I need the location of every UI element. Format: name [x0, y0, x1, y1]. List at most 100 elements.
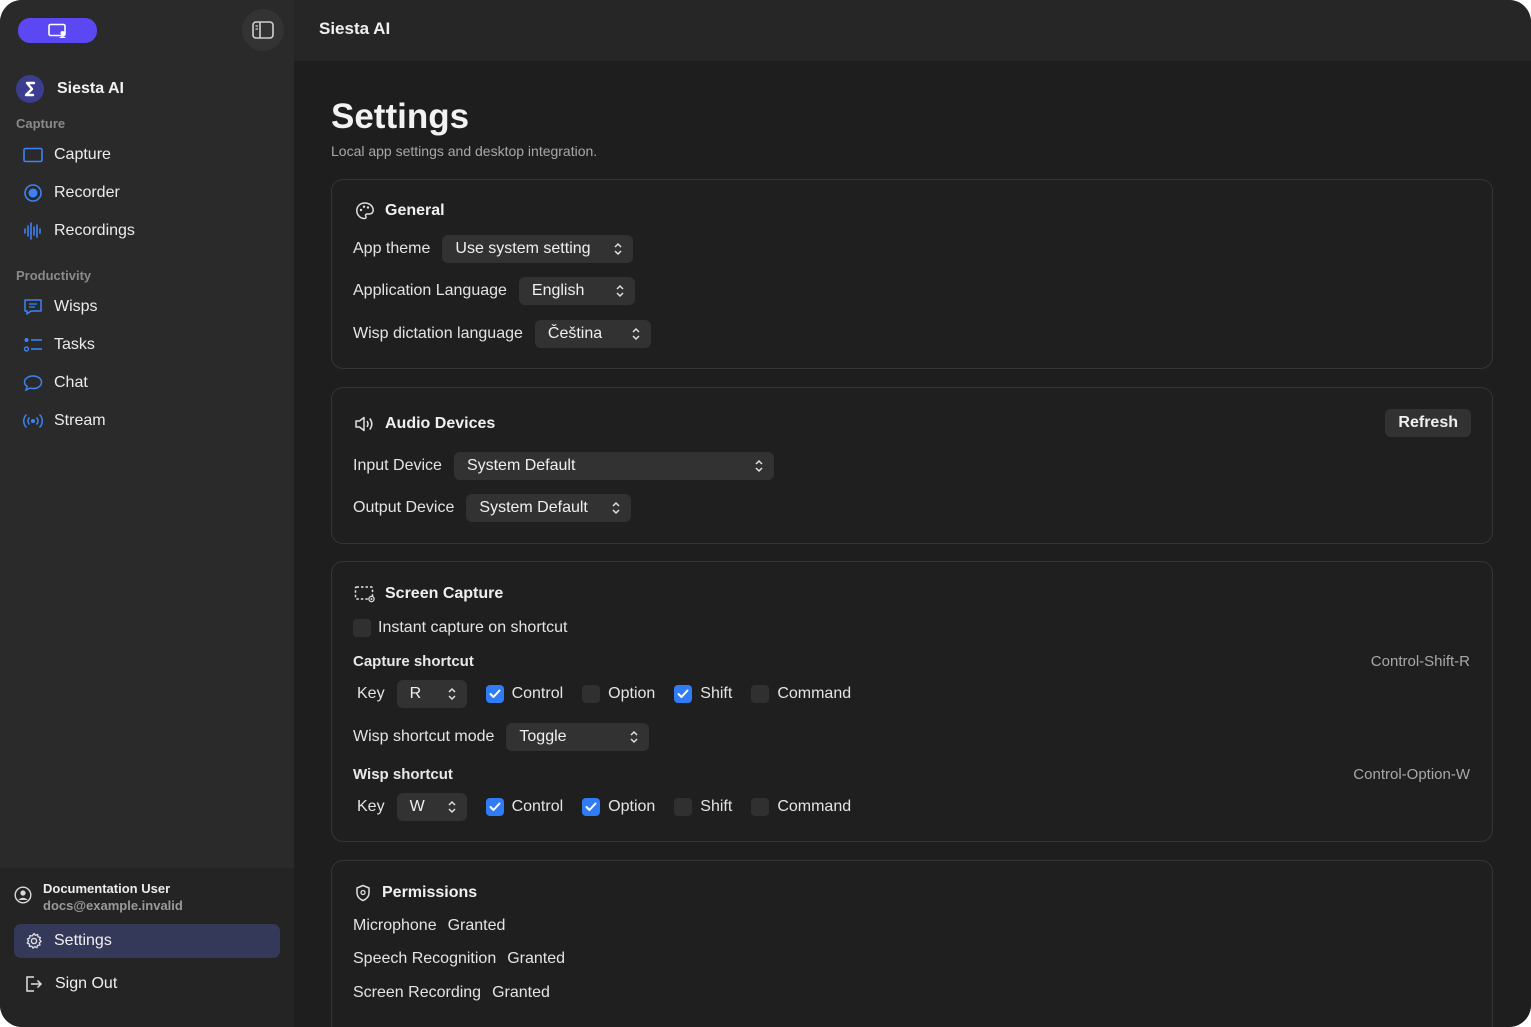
chat-bubble-icon [22, 372, 44, 394]
user-profile[interactable]: Documentation User docs@example.invalid [14, 880, 183, 914]
new-capture-button[interactable] [18, 18, 97, 43]
wisp-shortcut-value: Control-Option-W [1353, 766, 1470, 783]
speaker-icon [354, 413, 376, 435]
general-card: General App theme Use system setting App… [331, 179, 1493, 369]
app-language-select[interactable]: English [518, 277, 635, 305]
app-window: Siesta AI Capture Capture Recorder Recor… [0, 0, 1531, 1027]
wisp-modifier-label: Command [777, 798, 852, 815]
wisp-control-checkbox[interactable] [485, 798, 504, 816]
permission-row-speech: Speech Recognition Granted [353, 950, 565, 968]
output-device-row: Output Device System Default [353, 494, 632, 522]
capture-option-option[interactable]: Option [582, 685, 655, 703]
wisp-command-checkbox[interactable] [751, 798, 770, 816]
title-bar: Siesta AI [294, 0, 1531, 61]
screen-person-icon [47, 23, 66, 38]
sidebar-item-label: Tasks [54, 336, 95, 353]
sidebar-item-label: Recordings [54, 222, 135, 239]
dictation-language-select[interactable]: Čeština [534, 320, 651, 348]
app-language-row: Application Language English [353, 277, 635, 305]
instant-capture-row: Instant capture on shortcut [353, 619, 567, 637]
screen-select-icon [354, 583, 376, 605]
sign-out-icon [22, 973, 44, 995]
sidebar-item-tasks[interactable]: Tasks [22, 330, 95, 360]
input-device-row: Input Device System Default [353, 452, 774, 480]
sidebar-item-label: Capture [54, 146, 111, 163]
app-language-value: English [531, 282, 585, 299]
permission-label: Screen Recording [353, 984, 482, 1001]
waveform-icon [22, 220, 44, 242]
instant-capture-checkbox[interactable] [353, 619, 371, 637]
user-avatar-icon [14, 885, 32, 909]
section-label-capture: Capture [16, 116, 66, 131]
sidebar-item-recorder[interactable]: Recorder [22, 178, 120, 208]
sidebar-item-settings[interactable]: Settings [14, 924, 280, 958]
sign-out-button[interactable]: Sign Out [22, 970, 117, 998]
output-device-select[interactable]: System Default [466, 494, 632, 522]
capture-icon [22, 144, 44, 166]
sidebar-item-capture[interactable]: Capture [22, 140, 111, 170]
capture-control-option[interactable]: Control [485, 685, 564, 703]
wisp-control-option[interactable]: Control [485, 798, 563, 816]
app-theme-label: App theme [353, 240, 431, 257]
sidebar-item-wisps[interactable]: Wisps [22, 292, 98, 322]
sidebar-item-recordings[interactable]: Recordings [22, 216, 135, 246]
wisp-option-option[interactable]: Option [582, 798, 655, 816]
wisp-mode-label: Wisp shortcut mode [353, 728, 495, 745]
wisp-key-select[interactable]: W [396, 793, 467, 821]
wisp-modifiers: Control Option Shift Command [467, 798, 851, 816]
wisp-shift-checkbox[interactable] [674, 798, 693, 816]
dictation-language-label: Wisp dictation language [353, 325, 523, 342]
checkmark-icon [677, 689, 689, 698]
general-header: General [354, 200, 445, 222]
permission-label: Microphone [353, 917, 437, 934]
input-device-select[interactable]: System Default [453, 452, 774, 480]
capture-modifiers: Control Option Shift Command [467, 685, 851, 703]
user-name: Documentation User [43, 881, 171, 896]
capture-shift-checkbox[interactable] [674, 685, 693, 703]
sign-out-label: Sign Out [55, 975, 118, 992]
screen-capture-card: Screen Capture Instant capture on shortc… [331, 561, 1493, 842]
checkmark-icon [489, 802, 501, 811]
permission-status: Granted [507, 950, 566, 967]
palette-icon [354, 200, 376, 222]
audio-title: Audio Devices [385, 415, 496, 432]
capture-command-option[interactable]: Command [751, 685, 851, 703]
chevron-updown-icon [613, 242, 623, 256]
capture-command-checkbox[interactable] [751, 685, 770, 703]
sidebar-item-label: Wisps [54, 298, 98, 315]
input-device-label: Input Device [353, 457, 442, 474]
sidebar-toggle-icon [252, 21, 274, 39]
capture-control-checkbox[interactable] [485, 685, 504, 703]
sidebar-item-chat[interactable]: Chat [22, 368, 88, 398]
wisp-shift-option[interactable]: Shift [674, 798, 732, 816]
wisp-option-checkbox[interactable] [582, 798, 601, 816]
capture-modifier-label: Command [777, 685, 852, 702]
permission-status: Granted [492, 984, 550, 1001]
wisp-shortcut-row: Key W Control Option Shift Command [357, 793, 851, 821]
capture-key-select[interactable]: R [396, 680, 467, 708]
sidebar-item-stream[interactable]: Stream [22, 406, 106, 436]
app-theme-select[interactable]: Use system setting [442, 235, 634, 263]
permissions-card: Permissions Microphone Granted Speech Re… [331, 860, 1493, 1027]
wisp-command-option[interactable]: Command [751, 798, 851, 816]
page-title: Settings [331, 97, 470, 136]
message-icon [22, 296, 44, 318]
input-device-value: System Default [466, 457, 576, 474]
wisp-mode-value: Toggle [519, 728, 567, 745]
app-name: Siesta AI [57, 80, 124, 97]
sidebar-item-label: Stream [54, 412, 106, 429]
chevron-updown-icon [447, 687, 457, 701]
sidebar-item-label: Recorder [54, 184, 120, 201]
capture-shift-option[interactable]: Shift [674, 685, 732, 703]
user-email: docs@example.invalid [43, 898, 183, 913]
screen-capture-header: Screen Capture [354, 583, 503, 605]
app-theme-value: Use system setting [455, 240, 591, 257]
refresh-button[interactable]: Refresh [1385, 409, 1471, 437]
capture-modifier-label: Shift [700, 685, 733, 702]
app-language-label: Application Language [353, 282, 507, 299]
capture-modifier-label: Control [511, 685, 564, 702]
toggle-sidebar-button[interactable] [242, 9, 284, 51]
capture-option-checkbox[interactable] [582, 685, 601, 703]
wisp-mode-select[interactable]: Toggle [506, 723, 650, 751]
wisp-key-label: Key [357, 798, 385, 815]
